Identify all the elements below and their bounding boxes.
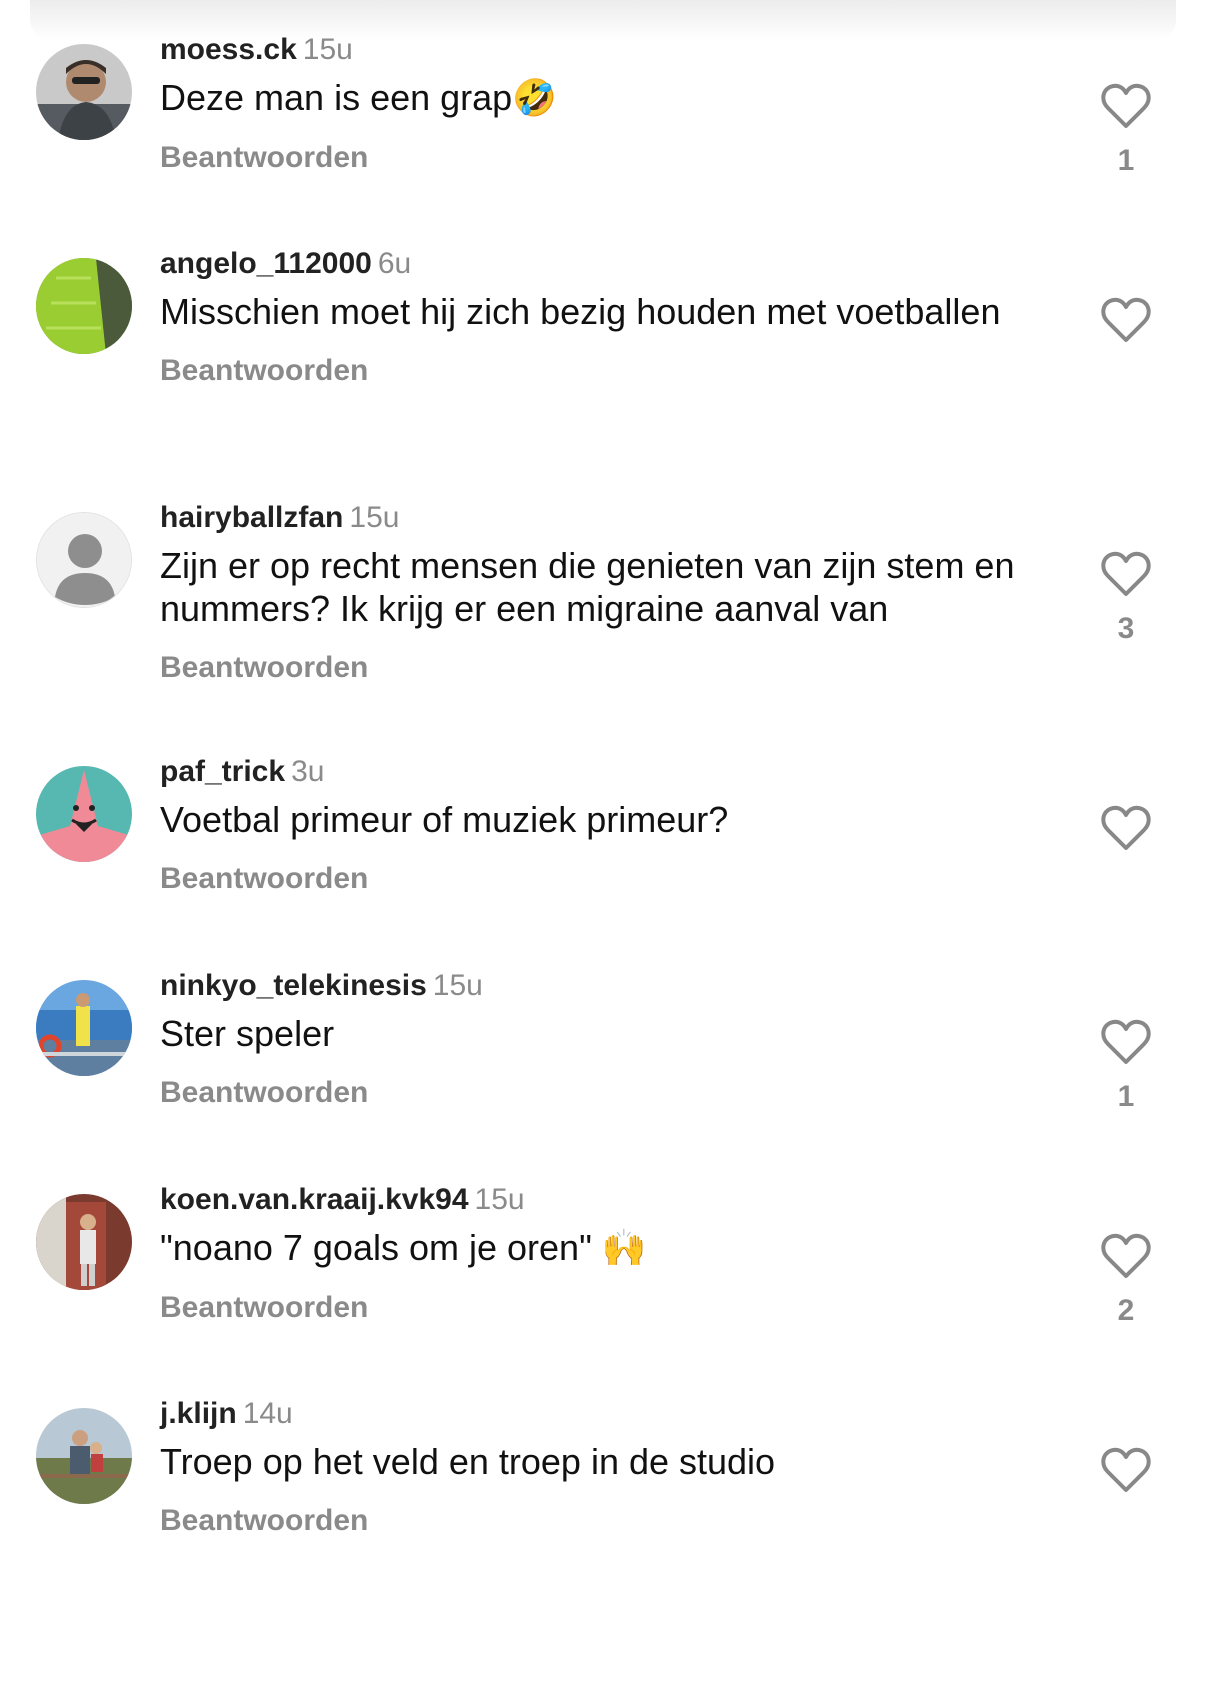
reply-button[interactable]: Beantwoorden [160,138,1040,178]
username[interactable]: j.klijn [160,1397,237,1430]
heart-icon[interactable] [1100,1446,1152,1494]
like-column: 3 [1100,550,1152,646]
username[interactable]: hairyballzfan [160,501,343,534]
reply-button[interactable]: Beantwoorden [160,1073,1040,1113]
timestamp: 15u [432,969,483,1002]
comment-meta: koen.van.kraaij.kvk94 15u [160,1180,1040,1220]
person-at-door-photo-icon [36,1194,132,1290]
comment-meta: paf_trick 3u [160,752,1040,792]
reply-button[interactable]: Beantwoorden [160,351,1040,391]
username[interactable]: angelo_112000 [160,247,372,280]
like-column: 1 [1100,1018,1152,1114]
like-count: 1 [1117,1080,1135,1113]
comment-meta: moess.ck 15u [160,30,1040,70]
boat-deck-photo-icon [36,980,132,1076]
comment-text: Misschien moet hij zich bezig houden met… [160,291,1001,332]
heart-icon[interactable] [1100,82,1152,130]
comment-text: Ster speler [160,1013,335,1054]
rolling-laughing-emoji: 🤣 [512,78,558,119]
reply-button[interactable]: Beantwoorden [160,1288,1040,1328]
like-column [1100,1446,1152,1508]
comment-content: paf_trick 3u Voetbal primeur of muziek pr… [160,752,1040,899]
comment-text: Voetbal primeur of muziek primeur? [160,799,729,840]
heart-icon[interactable] [1100,1018,1152,1066]
comment-item: koen.van.kraaij.kvk94 15u "noano 7 goals … [0,1183,1206,1426]
avatar[interactable] [36,258,132,354]
comment-content: angelo_112000 6u Misschien moet hij zich … [160,244,1040,391]
like-count: 1 [1117,144,1135,177]
like-column [1100,296,1152,358]
heart-icon[interactable] [1100,804,1152,852]
username[interactable]: ninkyo_telekinesis [160,969,427,1002]
comment-content: j.klijn 14u Troep op het veld en troep in… [160,1394,1040,1541]
pink-starfish-cartoon-icon [36,766,132,862]
man-with-sunglasses-photo-icon [36,44,132,140]
timestamp: 6u [377,247,412,280]
avatar[interactable] [36,766,132,862]
like-count: 2 [1117,1294,1135,1327]
like-count: 3 [1117,612,1135,645]
like-column: 1 [1100,82,1152,178]
comment-content: hairyballzfan 15u Zijn er op recht mensen… [160,498,1040,688]
default-user-icon [37,513,131,607]
avatar[interactable] [36,980,132,1076]
comment-item: moess.ck 15u Deze man is een grap🤣 Beantw… [0,33,1206,276]
avatar[interactable] [36,1408,132,1504]
comment-content: ninkyo_telekinesis 15u Ster speler Beantw… [160,966,1040,1113]
green-field-photo-icon [36,258,132,354]
comment-text: Troep op het veld en troep in de studio [160,1441,776,1482]
like-column: 2 [1100,1232,1152,1328]
username[interactable]: moess.ck [160,33,297,66]
timestamp: 15u [349,501,400,534]
comment-meta: j.klijn 14u [160,1394,1040,1434]
comment-meta: angelo_112000 6u [160,244,1040,284]
comment-item: angelo_112000 6u Misschien moet hij zich … [0,247,1206,490]
comment-text: Zijn er op recht mensen die genieten van… [160,545,1015,629]
avatar[interactable] [36,44,132,140]
comment-meta: ninkyo_telekinesis 15u [160,966,1040,1006]
comment-content: moess.ck 15u Deze man is een grap🤣 Beantw… [160,30,1040,178]
heart-icon[interactable] [1100,550,1152,598]
timestamp: 3u [291,755,325,788]
timestamp: 15u [474,1183,525,1216]
comment-item: hairyballzfan 15u Zijn er op recht mensen… [0,501,1206,744]
timestamp: 15u [302,33,353,66]
comment-text: "noano 7 goals om je oren" 🙌 [160,1226,1040,1270]
timestamp: 14u [242,1397,293,1430]
comment-content: koen.van.kraaij.kvk94 15u "noano 7 goals … [160,1180,1040,1328]
reply-button[interactable]: Beantwoorden [160,859,1040,899]
avatar[interactable] [36,1194,132,1290]
like-column [1100,804,1152,866]
reply-button[interactable]: Beantwoorden [160,1501,1040,1541]
heart-icon[interactable] [1100,296,1152,344]
comment-text-body: Deze man is een grap [160,77,513,118]
comment-item: ninkyo_telekinesis 15u Ster speler Beantw… [0,969,1206,1212]
comment-text-body: "noano 7 goals om je oren" [160,1227,602,1268]
username[interactable]: paf_trick [160,755,285,788]
comment-item: paf_trick 3u Voetbal primeur of muziek pr… [0,755,1206,998]
reply-button[interactable]: Beantwoorden [160,648,1040,688]
raising-hands-emoji: 🙌 [601,1228,647,1269]
avatar[interactable] [36,512,132,608]
username[interactable]: koen.van.kraaij.kvk94 [160,1183,469,1216]
heart-icon[interactable] [1100,1232,1152,1280]
comment-item: j.klijn 14u Troep op het veld en troep in… [0,1397,1206,1640]
comment-text: Deze man is een grap🤣 [160,76,1040,120]
comment-meta: hairyballzfan 15u [160,498,1040,538]
person-outdoors-photo-icon [36,1408,132,1504]
